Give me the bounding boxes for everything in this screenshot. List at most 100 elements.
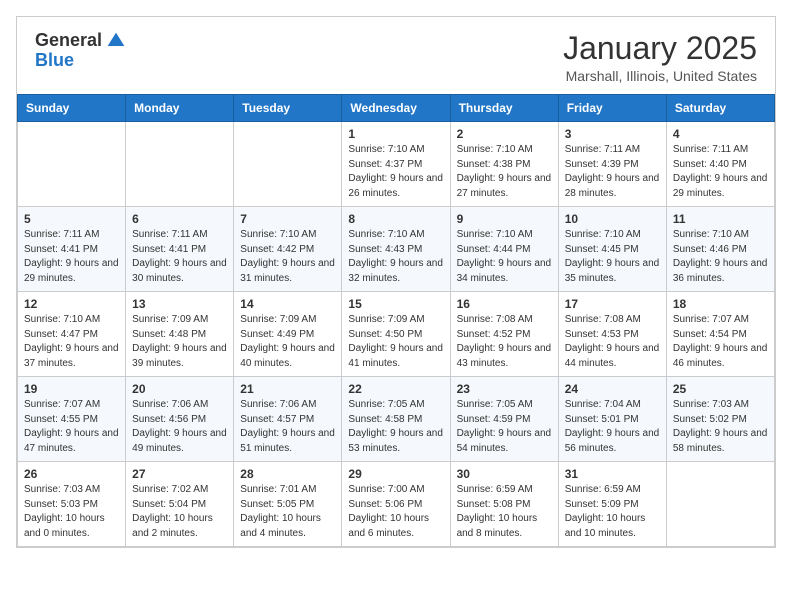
month-title: January 2025 [563, 31, 757, 66]
day-number: 3 [565, 127, 660, 141]
day-info: Sunrise: 7:06 AMSunset: 4:56 PMDaylight:… [132, 398, 227, 456]
calendar-cell: 23Sunrise: 7:05 AMSunset: 4:59 PMDayligh… [450, 377, 558, 462]
logo-icon [106, 31, 126, 51]
day-number: 4 [673, 127, 768, 141]
day-of-week-friday: Friday [558, 95, 666, 122]
day-info: Sunrise: 7:11 AMSunset: 4:39 PMDaylight:… [565, 143, 660, 201]
day-number: 13 [132, 297, 227, 311]
day-number: 16 [457, 297, 552, 311]
day-info: Sunrise: 7:03 AMSunset: 5:02 PMDaylight:… [673, 398, 768, 456]
day-info: Sunrise: 7:04 AMSunset: 5:01 PMDaylight:… [565, 398, 660, 456]
calendar-cell: 14Sunrise: 7:09 AMSunset: 4:49 PMDayligh… [234, 292, 342, 377]
day-info: Sunrise: 7:09 AMSunset: 4:50 PMDaylight:… [348, 313, 443, 371]
day-of-week-thursday: Thursday [450, 95, 558, 122]
calendar-cell: 27 Sunrise: 7:02 AMSunset: 5:04 PMDayligh… [126, 462, 234, 547]
week-row-3: 12 Sunrise: 7:10 AMSunset: 4:47 PMDayligh… [18, 292, 775, 377]
calendar-cell: 11Sunrise: 7:10 AMSunset: 4:46 PMDayligh… [666, 207, 774, 292]
day-number: 12 [24, 297, 119, 311]
calendar-cell: 29 Sunrise: 7:00 AMSunset: 5:06 PMDayligh… [342, 462, 450, 547]
week-row-1: 1Sunrise: 7:10 AMSunset: 4:37 PMDaylight… [18, 122, 775, 207]
calendar-cell [666, 462, 774, 547]
day-info: Sunrise: 7:10 AMSunset: 4:42 PMDaylight:… [240, 228, 335, 286]
calendar-cell [126, 122, 234, 207]
day-number: 5 [24, 212, 119, 226]
day-number: 10 [565, 212, 660, 226]
day-info: Sunrise: 7:10 AMSunset: 4:47 PMDaylight:… [24, 313, 119, 371]
day-info: Sunrise: 7:06 AMSunset: 4:57 PMDaylight:… [240, 398, 335, 456]
day-info: Sunrise: 7:10 AMSunset: 4:37 PMDaylight:… [348, 143, 443, 201]
day-number: 28 [240, 467, 335, 481]
day-info: Sunrise: 7:08 AMSunset: 4:52 PMDaylight:… [457, 313, 552, 371]
calendar-cell: 20Sunrise: 7:06 AMSunset: 4:56 PMDayligh… [126, 377, 234, 462]
logo-general-text: General [35, 31, 102, 51]
calendar-cell: 9 Sunrise: 7:10 AMSunset: 4:44 PMDaylight… [450, 207, 558, 292]
week-row-5: 26Sunrise: 7:03 AMSunset: 5:03 PMDayligh… [18, 462, 775, 547]
calendar-cell: 16 Sunrise: 7:08 AMSunset: 4:52 PMDayligh… [450, 292, 558, 377]
day-number: 24 [565, 382, 660, 396]
day-of-week-saturday: Saturday [666, 95, 774, 122]
day-info: Sunrise: 7:11 AMSunset: 4:40 PMDaylight:… [673, 143, 768, 201]
day-number: 29 [348, 467, 443, 481]
day-info: Sunrise: 7:10 AMSunset: 4:43 PMDaylight:… [348, 228, 443, 286]
day-info: Sunrise: 7:01 AMSunset: 5:05 PMDaylight:… [240, 483, 335, 541]
calendar-cell: 13Sunrise: 7:09 AMSunset: 4:48 PMDayligh… [126, 292, 234, 377]
day-number: 18 [673, 297, 768, 311]
day-number: 9 [457, 212, 552, 226]
header: General Blue January 2025 Marshall, Illi… [17, 17, 775, 94]
logo-area: General Blue [35, 31, 126, 71]
calendar-cell: 6 Sunrise: 7:11 AMSunset: 4:41 PMDaylight… [126, 207, 234, 292]
logo: General [35, 31, 126, 51]
day-of-week-sunday: Sunday [18, 95, 126, 122]
day-header-row: SundayMondayTuesdayWednesdayThursdayFrid… [18, 95, 775, 122]
calendar-cell: 31Sunrise: 6:59 AMSunset: 5:09 PMDayligh… [558, 462, 666, 547]
day-number: 14 [240, 297, 335, 311]
day-of-week-monday: Monday [126, 95, 234, 122]
calendar-cell: 19Sunrise: 7:07 AMSunset: 4:55 PMDayligh… [18, 377, 126, 462]
calendar-table: SundayMondayTuesdayWednesdayThursdayFrid… [17, 94, 775, 547]
calendar-cell: 3 Sunrise: 7:11 AMSunset: 4:39 PMDaylight… [558, 122, 666, 207]
day-number: 17 [565, 297, 660, 311]
day-info: Sunrise: 7:05 AMSunset: 4:58 PMDaylight:… [348, 398, 443, 456]
day-number: 6 [132, 212, 227, 226]
day-info: Sunrise: 7:07 AMSunset: 4:54 PMDaylight:… [673, 313, 768, 371]
week-row-2: 5 Sunrise: 7:11 AMSunset: 4:41 PMDaylight… [18, 207, 775, 292]
day-info: Sunrise: 7:00 AMSunset: 5:06 PMDaylight:… [348, 483, 443, 541]
day-number: 7 [240, 212, 335, 226]
day-of-week-tuesday: Tuesday [234, 95, 342, 122]
day-of-week-wednesday: Wednesday [342, 95, 450, 122]
day-info: Sunrise: 7:11 AMSunset: 4:41 PMDaylight:… [132, 228, 227, 286]
calendar-cell: 5Sunrise: 7:11 AMSunset: 4:41 PMDaylight… [18, 207, 126, 292]
day-info: Sunrise: 7:02 AMSunset: 5:04 PMDaylight:… [132, 483, 227, 541]
calendar-cell: 17 Sunrise: 7:08 AMSunset: 4:53 PMDayligh… [558, 292, 666, 377]
day-info: Sunrise: 7:10 AMSunset: 4:46 PMDaylight:… [673, 228, 768, 286]
calendar-cell: 12 Sunrise: 7:10 AMSunset: 4:47 PMDayligh… [18, 292, 126, 377]
calendar-cell: 24 Sunrise: 7:04 AMSunset: 5:01 PMDayligh… [558, 377, 666, 462]
day-info: Sunrise: 7:10 AMSunset: 4:44 PMDaylight:… [457, 228, 552, 286]
day-number: 21 [240, 382, 335, 396]
calendar-cell: 1Sunrise: 7:10 AMSunset: 4:37 PMDaylight… [342, 122, 450, 207]
calendar-cell: 2Sunrise: 7:10 AMSunset: 4:38 PMDaylight… [450, 122, 558, 207]
logo-blue-text: Blue [35, 51, 74, 71]
day-info: Sunrise: 7:07 AMSunset: 4:55 PMDaylight:… [24, 398, 119, 456]
day-number: 2 [457, 127, 552, 141]
day-info: Sunrise: 7:10 AMSunset: 4:45 PMDaylight:… [565, 228, 660, 286]
day-info: Sunrise: 7:05 AMSunset: 4:59 PMDaylight:… [457, 398, 552, 456]
calendar-cell: 25 Sunrise: 7:03 AMSunset: 5:02 PMDayligh… [666, 377, 774, 462]
calendar-cell: 8 Sunrise: 7:10 AMSunset: 4:43 PMDaylight… [342, 207, 450, 292]
calendar-page: General Blue January 2025 Marshall, Illi… [16, 16, 776, 548]
header-right: January 2025 Marshall, Illinois, United … [563, 31, 757, 84]
day-number: 27 [132, 467, 227, 481]
day-number: 15 [348, 297, 443, 311]
day-number: 22 [348, 382, 443, 396]
day-number: 30 [457, 467, 552, 481]
calendar-cell [234, 122, 342, 207]
calendar-cell: 22 Sunrise: 7:05 AMSunset: 4:58 PMDayligh… [342, 377, 450, 462]
week-row-4: 19Sunrise: 7:07 AMSunset: 4:55 PMDayligh… [18, 377, 775, 462]
calendar-cell: 26Sunrise: 7:03 AMSunset: 5:03 PMDayligh… [18, 462, 126, 547]
day-number: 25 [673, 382, 768, 396]
calendar-cell: 28 Sunrise: 7:01 AMSunset: 5:05 PMDayligh… [234, 462, 342, 547]
day-number: 8 [348, 212, 443, 226]
day-info: Sunrise: 7:08 AMSunset: 4:53 PMDaylight:… [565, 313, 660, 371]
calendar-cell: 4 Sunrise: 7:11 AMSunset: 4:40 PMDaylight… [666, 122, 774, 207]
day-info: Sunrise: 7:03 AMSunset: 5:03 PMDaylight:… [24, 483, 119, 541]
